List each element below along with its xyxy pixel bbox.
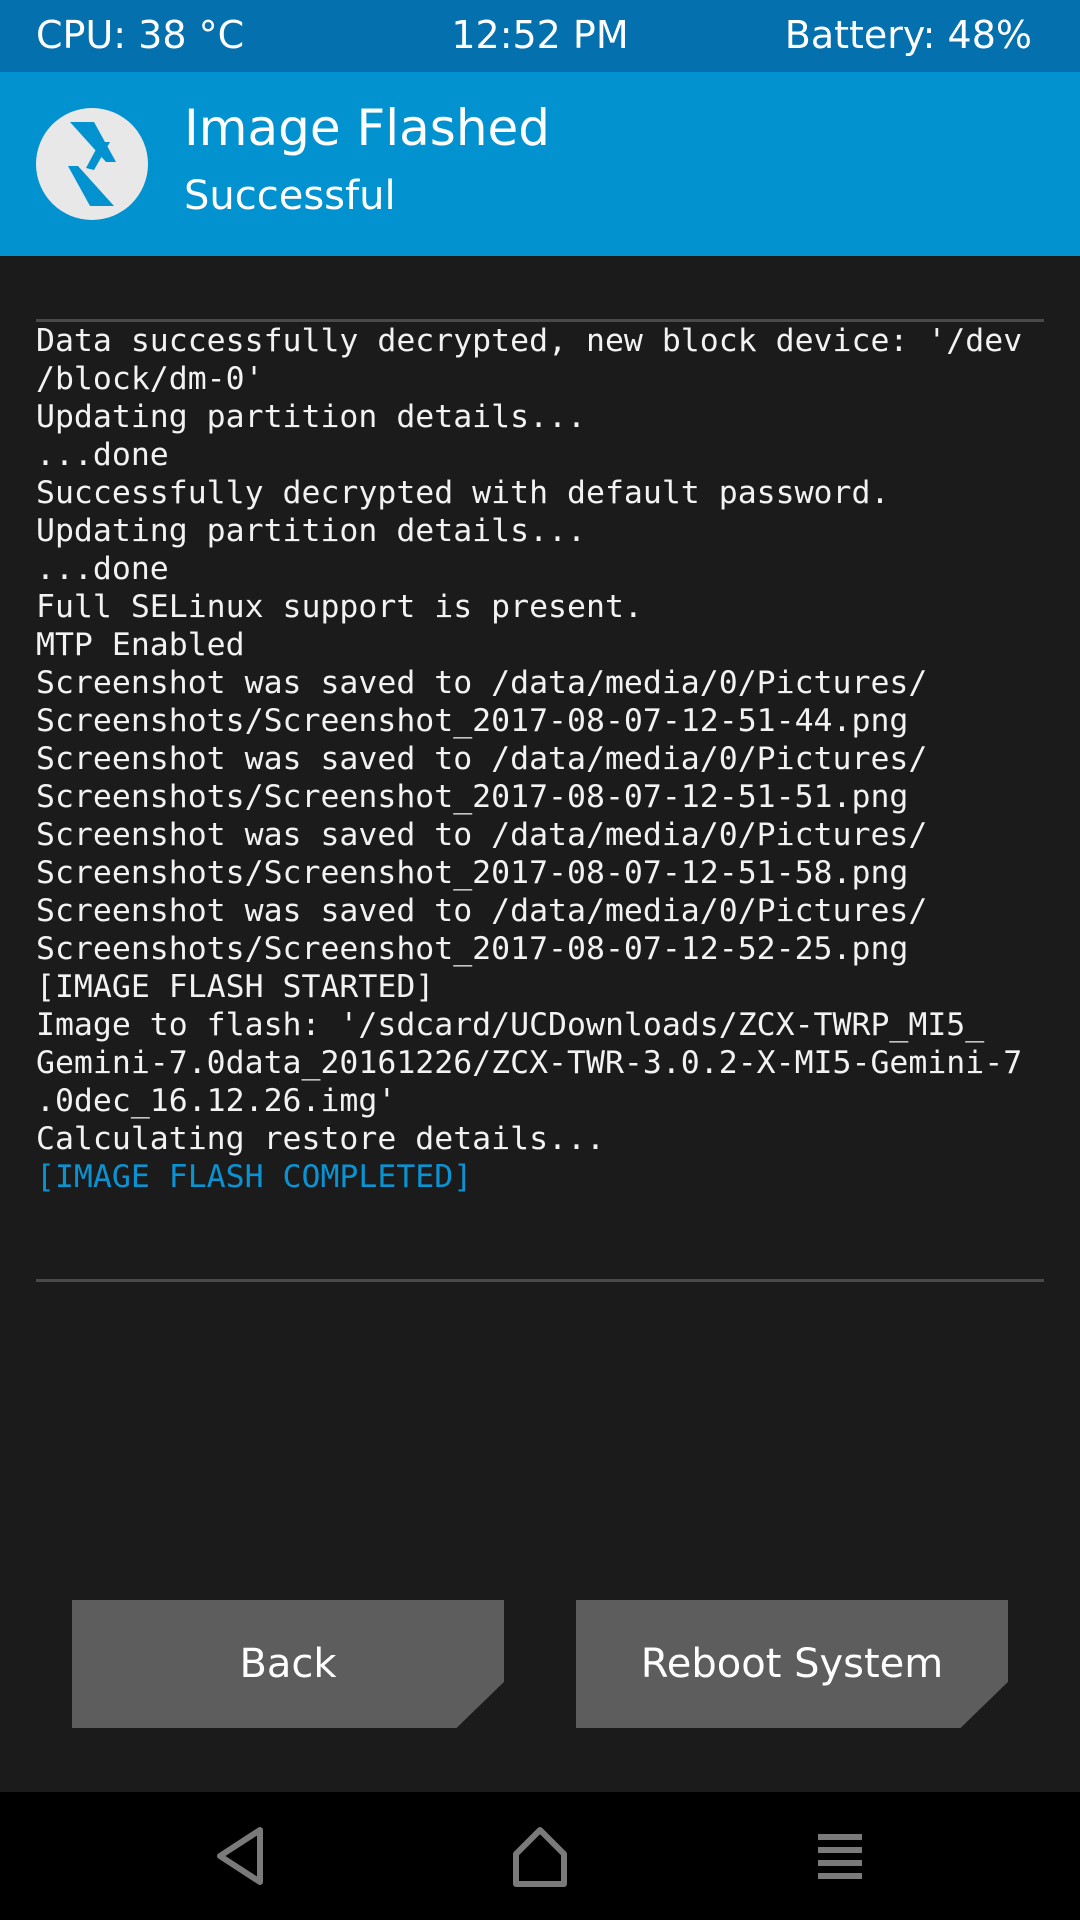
console-line: Gemini-7.0data_20161226/ZCX-TWR-3.0.2-X-… [36, 1045, 1023, 1081]
back-button[interactable]: Back [72, 1600, 504, 1728]
status-bar: CPU: 38 °C 12:52 PM Battery: 48% [0, 0, 1080, 72]
console-line: /block/dm-0' [36, 361, 264, 397]
console-line: ...done [36, 437, 169, 473]
console-bottom-divider [36, 1279, 1044, 1282]
console-line: Screenshots/Screenshot_2017-08-07-12-51-… [36, 779, 909, 815]
console-line: Updating partition details... [36, 399, 586, 435]
console-line-completed: [IMAGE FLASH COMPLETED] [36, 1159, 473, 1195]
console-line: Screenshot was saved to /data/media/0/Pi… [36, 665, 928, 701]
console-line: Image to flash: '/sdcard/UCDownloads/ZCX… [36, 1007, 985, 1043]
console-line: ...done [36, 551, 169, 587]
navigation-bar [0, 1792, 1080, 1920]
console-line: Screenshot was saved to /data/media/0/Pi… [36, 817, 928, 853]
menu-icon[interactable] [804, 1820, 876, 1892]
console-line: Updating partition details... [36, 513, 586, 549]
header: Image Flashed Successful [0, 72, 1080, 256]
console-line: Successfully decrypted with default pass… [36, 475, 890, 511]
console-log[interactable]: Data successfully decrypted, new block d… [36, 322, 1046, 1196]
console-line: Screenshot was saved to /data/media/0/Pi… [36, 893, 928, 929]
console-line: .0dec_16.12.26.img' [36, 1083, 397, 1119]
console-line: Screenshots/Screenshot_2017-08-07-12-51-… [36, 855, 909, 891]
console-line: Full SELinux support is present. [36, 589, 643, 625]
battery-level: Battery: 48% [784, 13, 1032, 57]
console-line: Screenshots/Screenshot_2017-08-07-12-51-… [36, 703, 909, 739]
page-title: Image Flashed [184, 99, 551, 157]
console-line: Calculating restore details... [36, 1121, 605, 1157]
console-line: MTP Enabled [36, 627, 245, 663]
reboot-system-button[interactable]: Reboot System [576, 1600, 1008, 1728]
console-line: Data successfully decrypted, new block d… [36, 323, 1023, 359]
console-line: [IMAGE FLASH STARTED] [36, 969, 435, 1005]
page-subtitle: Successful [184, 173, 396, 219]
console-line: Screenshot was saved to /data/media/0/Pi… [36, 741, 928, 777]
console-line: Screenshots/Screenshot_2017-08-07-12-52-… [36, 931, 909, 967]
back-triangle-icon[interactable] [206, 1820, 278, 1892]
twrp-logo-icon [36, 108, 148, 220]
home-icon[interactable] [504, 1820, 576, 1892]
